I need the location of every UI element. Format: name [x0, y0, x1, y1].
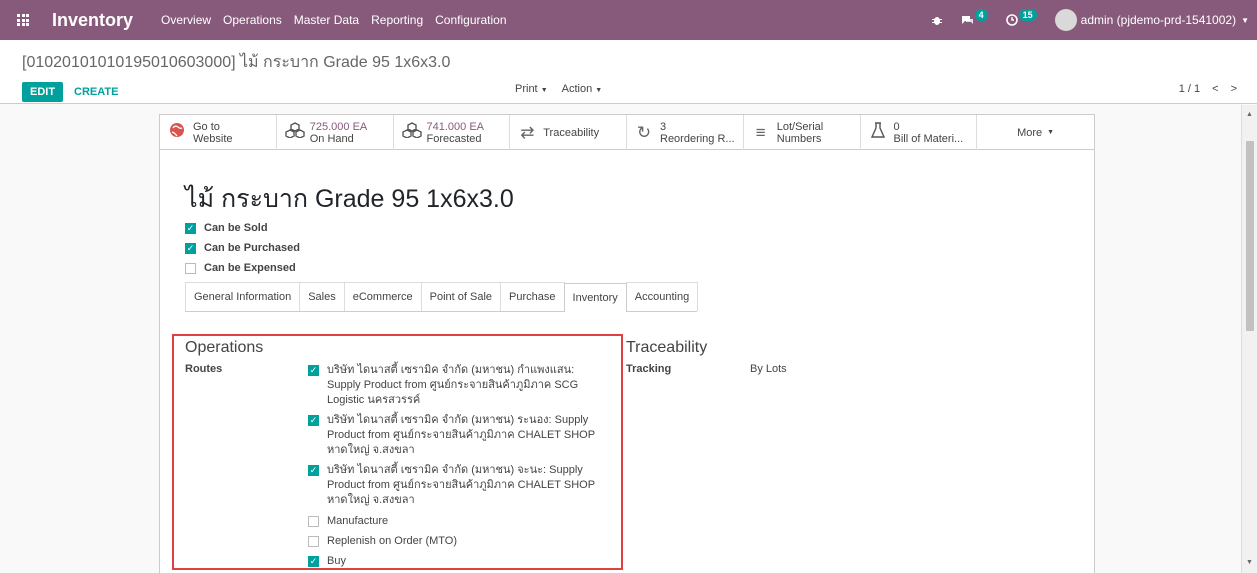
caret-down-icon: ▼	[595, 87, 603, 94]
pager-previous-icon[interactable]: <	[1212, 83, 1218, 95]
more-label: More	[1017, 126, 1043, 139]
messages-badge: 4	[974, 9, 988, 21]
can-be-expensed-label: Can be Expensed	[204, 262, 296, 274]
can-be-sold-checkbox[interactable]: ✓	[185, 222, 196, 234]
activities-badge: 15	[1018, 9, 1037, 21]
bom-count: 0	[893, 120, 900, 133]
traceability-title: Traceability	[626, 339, 708, 356]
tab-point-of-sale[interactable]: Point of Sale	[420, 282, 502, 311]
stat-sublabel: Numbers	[776, 132, 822, 145]
product-name: ไม้ กระบาก Grade 95 1x6x3.0	[185, 185, 514, 213]
caret-down-icon: ▼	[1241, 15, 1249, 25]
stat-sublabel: On Hand	[309, 132, 354, 145]
tab-ecommerce[interactable]: eCommerce	[343, 282, 422, 311]
apps-menu-icon[interactable]	[0, 0, 46, 40]
action-dropdown[interactable]: Action ▼	[562, 83, 603, 95]
user-name: admin (pjdemo-prd-1541002)	[1080, 13, 1237, 27]
caret-down-icon: ▼	[540, 87, 548, 94]
stat-sublabel: Reordering R...	[660, 132, 735, 145]
print-dropdown[interactable]: Print ▼	[515, 83, 548, 95]
can-be-sold-row: ✓ Can be Sold	[185, 222, 268, 234]
scroll-thumb[interactable]	[1246, 141, 1254, 331]
stat-sublabel: Bill of Materi...	[893, 132, 964, 145]
messages-icon[interactable]: 4	[961, 9, 988, 26]
menu-overview[interactable]: Overview	[161, 13, 211, 27]
scrollbar[interactable]: ▲ ▼	[1241, 105, 1257, 573]
menu-master-data[interactable]: Master Data	[294, 13, 359, 27]
notebook-tabs: General Information Sales eCommerce Poin…	[185, 282, 699, 312]
activities-clock-icon[interactable]: 15	[1005, 9, 1037, 26]
menu-operations[interactable]: Operations	[223, 13, 282, 27]
create-button[interactable]: CREATE	[74, 82, 118, 102]
tab-purchase[interactable]: Purchase	[500, 282, 565, 311]
scroll-down-icon[interactable]: ▼	[1246, 559, 1253, 566]
stat-label: Lot/Serial	[776, 120, 824, 133]
refresh-icon: ↻	[636, 122, 652, 142]
bars-icon: ≡	[755, 122, 766, 142]
reordering-rules-button[interactable]: ↻ 3 Reordering R...	[627, 115, 744, 150]
tab-accounting[interactable]: Accounting	[625, 282, 699, 311]
stat-sublabel: Forecasted	[426, 132, 482, 145]
forecasted-button[interactable]: 741.000 EA Forecasted	[394, 115, 511, 150]
stat-sublabel: Website	[193, 132, 233, 145]
globe-icon	[168, 122, 186, 143]
stat-label: Traceability	[543, 126, 600, 139]
control-panel: [01020101010195010603000] ไม้ กระบาก Gra…	[0, 40, 1257, 104]
tab-inventory[interactable]: Inventory	[563, 283, 627, 312]
cubes-icon	[285, 122, 305, 143]
tracking-value[interactable]: By Lots	[750, 363, 787, 375]
reordering-count: 3	[660, 120, 667, 133]
can-be-purchased-checkbox[interactable]: ✓	[185, 242, 196, 254]
pager-next-icon[interactable]: >	[1231, 83, 1237, 95]
caret-down-icon: ▼	[1047, 129, 1055, 136]
stat-label: Go to	[193, 120, 220, 133]
scroll-up-icon[interactable]: ▲	[1246, 111, 1253, 118]
can-be-expensed-row: Can be Expensed	[185, 262, 296, 274]
on-hand-value: 725.000 EA	[309, 120, 368, 133]
app-name[interactable]: Inventory	[52, 10, 133, 31]
go-to-website-button[interactable]: Go to Website	[160, 115, 277, 150]
debug-bug-icon[interactable]	[931, 14, 943, 26]
can-be-purchased-row: ✓ Can be Purchased	[185, 242, 300, 254]
on-hand-button[interactable]: 725.000 EA On Hand	[277, 115, 394, 150]
forecasted-value: 741.000 EA	[426, 120, 485, 133]
avatar	[1054, 9, 1077, 31]
tab-sales[interactable]: Sales	[299, 282, 345, 311]
user-menu[interactable]: admin (pjdemo-prd-1541002) ▼	[1054, 9, 1249, 31]
can-be-expensed-checkbox[interactable]	[185, 262, 196, 274]
exchange-icon: ⇄	[520, 122, 535, 142]
can-be-purchased-label: Can be Purchased	[204, 242, 300, 254]
tracking-label: Tracking	[626, 363, 672, 375]
cubes-icon	[401, 122, 422, 143]
breadcrumb: [01020101010195010603000] ไม้ กระบาก Gra…	[22, 54, 451, 71]
smart-button-box: Go to Website 725.000 EA On Hand 741.000 E…	[160, 115, 1094, 150]
action-label: Action	[561, 83, 593, 95]
flask-icon	[869, 122, 887, 143]
lot-serial-numbers-button[interactable]: ≡ Lot/Serial Numbers	[744, 115, 861, 150]
tab-general-information[interactable]: General Information	[185, 282, 301, 311]
top-navbar: Inventory Overview Operations Master Dat…	[0, 0, 1257, 40]
bill-of-materials-button[interactable]: 0 Bill of Materi...	[861, 115, 978, 150]
more-button[interactable]: More ▼	[977, 115, 1094, 150]
print-label: Print	[515, 83, 538, 95]
edit-button[interactable]: EDIT	[22, 82, 64, 102]
traceability-button[interactable]: ⇄ Traceability	[510, 115, 627, 150]
pager-value[interactable]: 1 / 1	[1179, 83, 1200, 95]
menu-configuration[interactable]: Configuration	[435, 13, 506, 27]
can-be-sold-label: Can be Sold	[204, 222, 268, 234]
highlight-box	[172, 334, 623, 570]
menu-reporting[interactable]: Reporting	[371, 13, 423, 27]
